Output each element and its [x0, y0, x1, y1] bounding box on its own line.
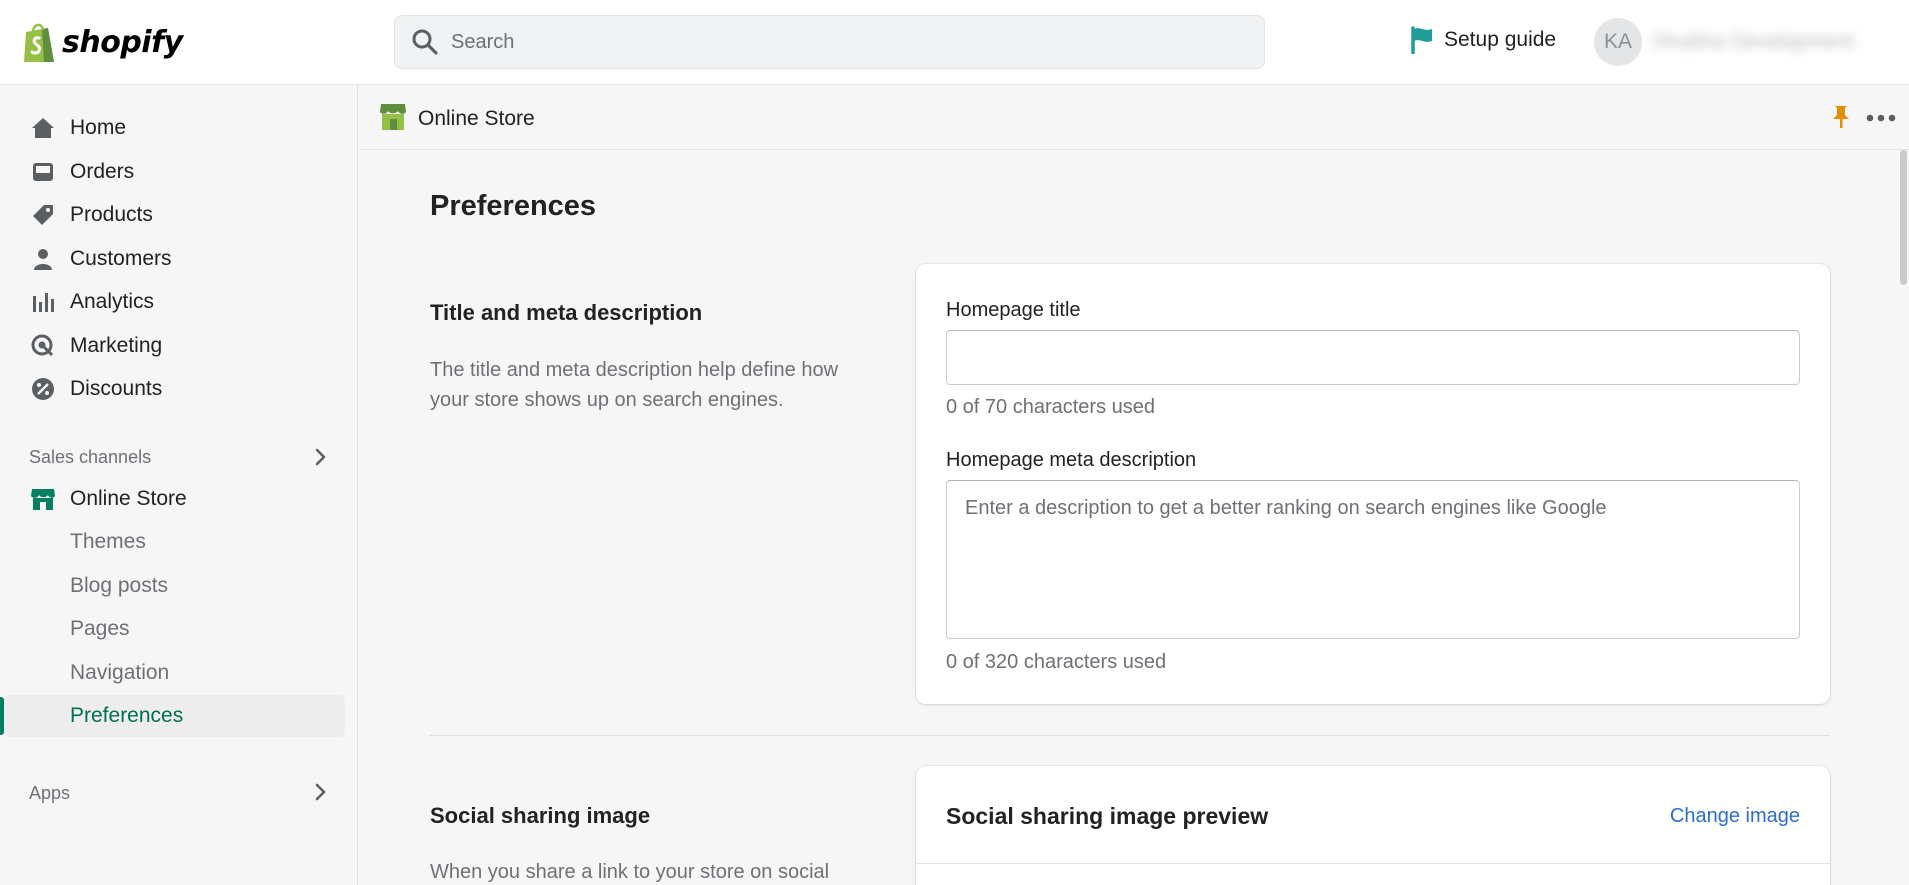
sidebar-item-label: Customers [70, 247, 172, 270]
discount-icon [30, 376, 56, 402]
target-icon [30, 333, 56, 359]
sidebar-subitem-label: Themes [70, 530, 146, 553]
sidebar-subitem-preferences[interactable]: Preferences [0, 695, 358, 737]
store-name[interactable]: Shubha Development [1652, 30, 1892, 54]
brand-wordmark: shopify [62, 24, 183, 60]
store-icon [30, 486, 56, 512]
chevron-right-icon[interactable] [310, 447, 330, 467]
sidebar: Home Orders Products Customers Analytics… [0, 85, 358, 885]
social-sharing-card: Social sharing image preview Change imag… [916, 766, 1830, 885]
sidebar-subitem-themes[interactable]: Themes [0, 521, 358, 563]
sidebar-item-online-store[interactable]: Online Store [0, 478, 358, 520]
title-meta-description: The title and meta description help defi… [430, 359, 839, 411]
homepage-title-input[interactable] [946, 330, 1800, 385]
social-sharing-description: When you share a link to your store on s… [430, 861, 830, 883]
tag-icon [30, 202, 56, 228]
sidebar-subitem-label: Pages [70, 617, 130, 640]
sidebar-subitem-label: Navigation [70, 661, 170, 684]
setup-guide-label: Setup guide [1444, 28, 1557, 51]
channel-title: Online Store [418, 107, 535, 130]
home-icon [30, 115, 56, 141]
sidebar-item-home[interactable]: Home [0, 107, 358, 149]
search-bar[interactable] [394, 15, 1265, 69]
sidebar-item-customers[interactable]: Customers [0, 238, 358, 280]
sidebar-item-label: Home [70, 116, 127, 139]
title-meta-heading: Title and meta description [430, 300, 703, 325]
sales-channels-heading: Sales channels [29, 447, 152, 467]
sidebar-item-label: Online Store [70, 487, 187, 510]
sidebar-subitem-label: Blog posts [70, 574, 169, 597]
person-icon [30, 246, 56, 272]
shopify-bag-icon [24, 23, 54, 62]
sidebar-item-discounts[interactable]: Discounts [0, 368, 358, 410]
avatar[interactable]: KA [1594, 18, 1642, 66]
inbox-icon [30, 159, 56, 185]
sidebar-item-label: Analytics [70, 290, 155, 313]
change-image-link[interactable]: Change image [1670, 805, 1800, 828]
shopify-logo[interactable]: shopify [22, 20, 183, 64]
meta-description-label: Homepage meta description [946, 449, 1197, 471]
sidebar-item-orders[interactable]: Orders [0, 151, 358, 193]
pin-icon[interactable] [1829, 104, 1853, 130]
homepage-title-char-count: 0 of 70 characters used [946, 396, 1156, 418]
sidebar-subitem-label: Preferences [70, 704, 184, 727]
sidebar-item-marketing[interactable]: Marketing [0, 325, 358, 367]
sidebar-subitem-navigation[interactable]: Navigation [0, 652, 358, 694]
active-indicator [0, 697, 4, 735]
sidebar-subitem-blog-posts[interactable]: Blog posts [0, 565, 358, 607]
meta-description-char-count: 0 of 320 characters used [946, 651, 1167, 673]
online-store-icon [380, 104, 406, 130]
social-preview-title: Social sharing image preview [946, 803, 1269, 829]
sidebar-item-analytics[interactable]: Analytics [0, 281, 358, 323]
apps-heading: Apps [29, 783, 71, 803]
social-sharing-heading: Social sharing image [430, 803, 651, 828]
sidebar-subitem-pages[interactable]: Pages [0, 608, 358, 650]
sidebar-item-products[interactable]: Products [0, 194, 358, 236]
flag-icon [1411, 26, 1432, 54]
bar-chart-icon [30, 289, 56, 315]
setup-guide-button[interactable]: Setup guide [1410, 26, 1556, 54]
search-icon [412, 29, 438, 55]
more-actions-icon[interactable] [1865, 108, 1897, 128]
sidebar-item-label: Marketing [70, 334, 163, 357]
card-separator [916, 863, 1830, 864]
chevron-right-icon[interactable] [310, 782, 330, 802]
scrollbar-thumb[interactable] [1900, 150, 1907, 285]
meta-description-input[interactable] [946, 480, 1800, 639]
sidebar-item-label: Products [70, 203, 153, 226]
channel-header: Online Store [359, 86, 1909, 150]
page-title: Preferences [430, 190, 597, 222]
title-meta-card: Homepage title 0 of 70 characters used H… [916, 264, 1830, 704]
search-input[interactable] [451, 30, 1251, 54]
sidebar-item-label: Discounts [70, 377, 163, 400]
homepage-title-label: Homepage title [946, 299, 1081, 321]
section-divider [430, 735, 1830, 736]
sidebar-item-label: Orders [70, 160, 135, 183]
top-bar: shopify Setup guide KA Shubha Developmen… [0, 0, 1909, 85]
